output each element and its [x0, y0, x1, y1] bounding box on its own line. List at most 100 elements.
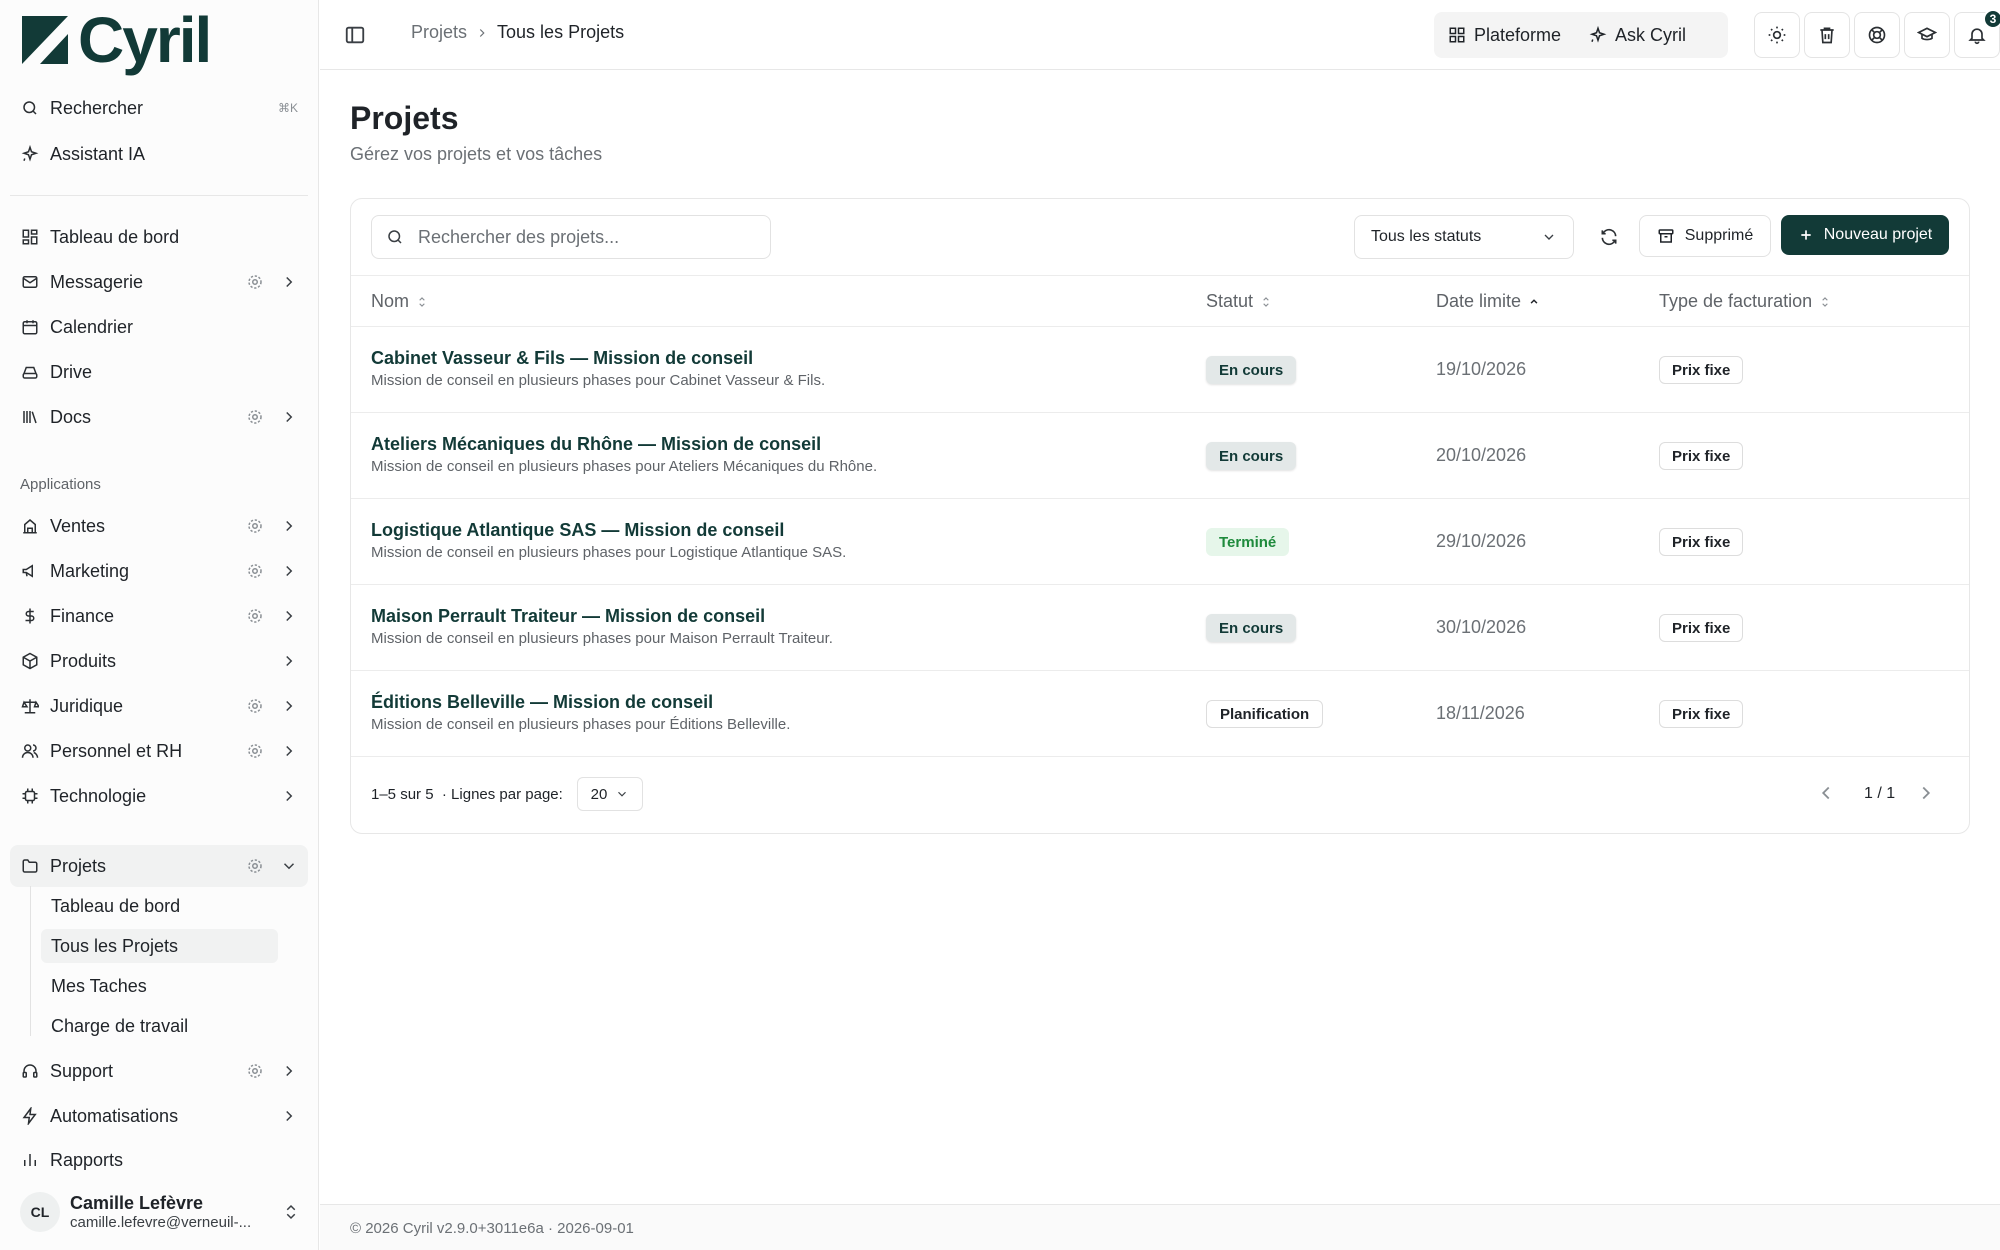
sidebar-item-products[interactable]: Produits: [10, 640, 308, 682]
chevron-right-icon[interactable]: [280, 273, 298, 291]
refresh-button[interactable]: [1587, 215, 1631, 259]
chevron-right-icon[interactable]: [280, 607, 298, 625]
sidebar-subitem-workload[interactable]: Charge de travail: [41, 1009, 278, 1043]
chevron-right-icon[interactable]: [280, 517, 298, 535]
project-description: Mission de conseil en plusieurs phases p…: [371, 544, 847, 561]
platform-button[interactable]: Plateforme: [1434, 12, 1575, 58]
search-nav-item[interactable]: Rechercher ⌘K: [10, 87, 308, 129]
gear-icon[interactable]: [246, 273, 264, 291]
table-row[interactable]: Logistique Atlantique SAS — Mission de c…: [351, 499, 1969, 585]
project-search[interactable]: [371, 215, 771, 259]
grid-icon: [1449, 27, 1465, 43]
app-name: Cyril: [78, 4, 212, 76]
next-page-icon[interactable]: [1915, 782, 1937, 804]
sidebar-item-finance[interactable]: Finance: [10, 595, 308, 637]
chevrons-up-down-icon: [286, 1204, 296, 1220]
sidebar-item-label: Ventes: [50, 515, 106, 536]
sidebar-item-legal[interactable]: Juridique: [10, 685, 308, 727]
gear-icon[interactable]: [246, 517, 264, 535]
gear-icon[interactable]: [246, 742, 264, 760]
sidebar-item-drive[interactable]: Drive: [10, 351, 308, 393]
drive-icon: [20, 362, 40, 382]
theme-toggle-button[interactable]: [1754, 12, 1800, 58]
sidebar-item-projects[interactable]: Projets: [10, 845, 308, 887]
chevron-right-icon[interactable]: [280, 742, 298, 760]
bar-chart-icon: [20, 1150, 40, 1170]
sidebar-item-dashboard[interactable]: Tableau de bord: [10, 216, 308, 258]
chevron-right-icon[interactable]: [280, 652, 298, 670]
sidebar-item-hr[interactable]: Personnel et RH: [10, 730, 308, 772]
breadcrumb-projects[interactable]: Projets: [411, 22, 467, 43]
sidebar-item-sales[interactable]: Ventes: [10, 505, 308, 547]
project-name[interactable]: Ateliers Mécaniques du Rhône — Mission d…: [371, 434, 821, 455]
billing-badge: Prix fixe: [1659, 356, 1744, 384]
project-name[interactable]: Maison Perrault Traiteur — Mission de co…: [371, 606, 765, 627]
sidebar-item-support[interactable]: Support: [10, 1050, 308, 1092]
gear-icon[interactable]: [246, 857, 264, 875]
sidebar-subitem-project-dashboard[interactable]: Tableau de bord: [41, 889, 278, 923]
sidebar-item-calendar[interactable]: Calendrier: [10, 306, 308, 348]
user-email: camille.lefevre@verneuil-...: [70, 1214, 252, 1231]
deleted-label: Supprimé: [1684, 227, 1754, 244]
assistant-nav-item[interactable]: Assistant IA: [10, 133, 308, 175]
gear-icon[interactable]: [246, 1062, 264, 1080]
page-footer: © 2026 Cyril v2.9.0+3011e6a · 2026-09-01: [320, 1204, 2000, 1250]
chevron-right-icon[interactable]: [280, 1062, 298, 1080]
gear-icon[interactable]: [246, 697, 264, 715]
chevron-right-icon[interactable]: [280, 697, 298, 715]
sidebar-item-marketing[interactable]: Marketing: [10, 550, 308, 592]
status-badge: Planification: [1206, 700, 1324, 728]
chevron-right-icon[interactable]: [280, 787, 298, 805]
deleted-projects-button[interactable]: Supprimé: [1639, 215, 1771, 257]
deadline: 19/10/2026: [1436, 359, 1527, 379]
deadline: 18/11/2026: [1436, 703, 1525, 723]
ask-cyril-button[interactable]: Ask Cyril: [1575, 12, 1700, 58]
column-header-status[interactable]: Statut: [1206, 291, 1273, 312]
project-description: Mission de conseil en plusieurs phases p…: [371, 716, 791, 733]
column-label: Nom: [371, 291, 410, 311]
trash-button[interactable]: [1804, 12, 1850, 58]
notifications-button[interactable]: 3: [1954, 9, 2000, 58]
graduation-cap-icon: [1917, 27, 1937, 41]
sidebar-subitem-my-tasks[interactable]: Mes Taches: [41, 969, 278, 1003]
previous-page-icon[interactable]: [1815, 782, 1837, 804]
table-row[interactable]: Cabinet Vasseur & Fils — Mission de cons…: [351, 327, 1969, 413]
sidebar-item-reports[interactable]: Rapports: [10, 1140, 308, 1180]
sidebar-item-docs[interactable]: Docs: [10, 396, 308, 438]
sidebar-item-technology[interactable]: Technologie: [10, 775, 308, 817]
search-input[interactable]: [418, 226, 758, 248]
column-header-deadline[interactable]: Date limite: [1436, 291, 1541, 312]
sidebar-subitem-all-projects[interactable]: Tous les Projets: [41, 929, 278, 963]
sidebar-item-label: Calendrier: [50, 316, 134, 337]
chevron-right-icon[interactable]: [280, 408, 298, 426]
gear-icon[interactable]: [246, 408, 264, 426]
rows-per-page-select[interactable]: 20: [577, 777, 643, 811]
status-badge: En cours: [1206, 614, 1297, 642]
column-header-name[interactable]: Nom: [371, 291, 429, 312]
table-row[interactable]: Maison Perrault Traiteur — Mission de co…: [351, 585, 1969, 671]
help-button[interactable]: [1854, 12, 1900, 58]
sidebar-item-messaging[interactable]: Messagerie: [10, 261, 308, 303]
project-name[interactable]: Logistique Atlantique SAS — Mission de c…: [371, 520, 784, 541]
gear-icon[interactable]: [246, 562, 264, 580]
project-name[interactable]: Cabinet Vasseur & Fils — Mission de cons…: [371, 348, 753, 369]
table-row[interactable]: Ateliers Mécaniques du Rhône — Mission d…: [351, 413, 1969, 499]
deadline: 20/10/2026: [1436, 445, 1527, 465]
gear-icon[interactable]: [246, 607, 264, 625]
academy-button[interactable]: [1904, 12, 1950, 58]
chevron-right-icon: [479, 28, 485, 37]
new-project-button[interactable]: Nouveau projet: [1781, 215, 1949, 255]
sidebar-item-automations[interactable]: Automatisations: [10, 1095, 308, 1137]
sidebar-toggle-icon[interactable]: [344, 24, 366, 46]
chevron-right-icon[interactable]: [280, 562, 298, 580]
project-name[interactable]: Éditions Belleville — Mission de conseil: [371, 692, 713, 713]
status-filter-select[interactable]: Tous les statuts: [1354, 215, 1574, 259]
table-row[interactable]: Éditions Belleville — Mission de conseil…: [351, 671, 1969, 757]
cyril-logo[interactable]: Cyril: [20, 4, 212, 76]
chevron-right-icon[interactable]: [280, 1107, 298, 1125]
user-menu[interactable]: CL Camille Lefèvre camille.lefevre@verne…: [10, 1186, 308, 1238]
column-header-billing[interactable]: Type de facturation: [1659, 291, 1832, 312]
deadline: 30/10/2026: [1436, 617, 1527, 637]
mail-icon: [20, 272, 40, 292]
chevron-down-icon[interactable]: [280, 857, 298, 875]
